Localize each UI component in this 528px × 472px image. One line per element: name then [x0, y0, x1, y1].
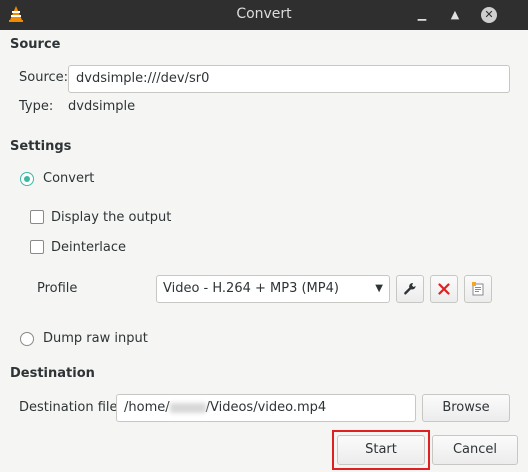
dump-raw-label: Dump raw input: [43, 331, 148, 346]
profile-label: Profile: [37, 281, 78, 296]
dump-raw-radio[interactable]: [20, 332, 34, 346]
destination-file-input[interactable]: /home/ /Videos/video.mp4: [116, 394, 416, 422]
type-value: dvdsimple: [68, 99, 136, 114]
browse-button[interactable]: Browse: [422, 394, 510, 422]
close-button[interactable]: ✕: [481, 7, 497, 23]
maximize-icon[interactable]: ▲: [447, 7, 463, 23]
source-label: Source:: [19, 70, 69, 85]
profile-select[interactable]: Video - H.264 + MP3 (MP4) ▼: [156, 275, 390, 303]
minimize-icon[interactable]: ▁: [414, 7, 430, 23]
edit-profile-button[interactable]: [396, 275, 424, 303]
convert-label: Convert: [43, 171, 95, 186]
cancel-button[interactable]: Cancel: [432, 435, 518, 465]
deinterlace-label: Deinterlace: [51, 240, 127, 255]
source-heading: Source: [10, 37, 61, 52]
start-button[interactable]: Start: [337, 435, 425, 465]
destination-heading: Destination: [10, 366, 95, 381]
source-input[interactable]: dvdsimple:///dev/sr0: [68, 65, 510, 93]
profile-select-value: Video - H.264 + MP3 (MP4): [163, 281, 339, 296]
destination-path-prefix: /home/: [124, 400, 170, 415]
destination-file-label: Destination file:: [19, 400, 122, 415]
display-output-checkbox[interactable]: [30, 210, 44, 224]
deinterlace-checkbox[interactable]: [30, 240, 44, 254]
chevron-down-icon: ▼: [375, 283, 383, 294]
delete-x-icon: [438, 282, 450, 295]
new-profile-button[interactable]: [464, 275, 492, 303]
convert-radio[interactable]: [20, 172, 34, 186]
settings-heading: Settings: [10, 139, 72, 154]
type-label: Type:: [19, 99, 54, 114]
delete-profile-button[interactable]: [430, 275, 458, 303]
new-profile-icon: [472, 281, 484, 295]
title-bar: Convert ▁ ▲ ✕: [0, 0, 528, 30]
destination-path-suffix: /Videos/video.mp4: [205, 400, 327, 415]
redacted-username: [169, 402, 206, 413]
display-output-label: Display the output: [51, 210, 172, 225]
close-icon: ✕: [481, 7, 497, 23]
wrench-icon: [404, 282, 416, 294]
